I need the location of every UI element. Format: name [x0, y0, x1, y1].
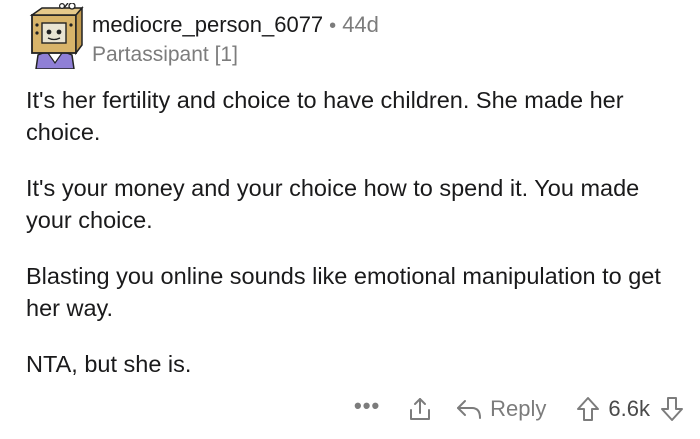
- comment-meta: mediocre_person_6077 • 44d Partassipant …: [92, 3, 379, 68]
- upvote-arrow-icon: [577, 397, 600, 421]
- reply-arrow-icon: [457, 400, 482, 419]
- author-line: mediocre_person_6077 • 44d: [92, 12, 379, 39]
- reply-button[interactable]: Reply: [456, 396, 546, 422]
- share-icon: [410, 398, 431, 420]
- comment-paragraph: Blasting you online sounds like emotiona…: [26, 263, 661, 321]
- more-options-icon[interactable]: •••: [354, 393, 380, 425]
- downvote-button[interactable]: [660, 396, 684, 422]
- separator-dot: •: [329, 15, 337, 37]
- downvote-arrow-icon: [661, 397, 683, 421]
- comment-actions: ••• Reply 6.6k: [354, 392, 684, 426]
- comment-age: 44d: [342, 12, 379, 37]
- comment-paragraph: It's her fertility and choice to have ch…: [26, 87, 624, 145]
- avatar[interactable]: [24, 2, 86, 70]
- comment-paragraph: NTA, but she is.: [26, 351, 192, 377]
- comment: mediocre_person_6077 • 44d Partassipant …: [0, 0, 700, 439]
- reply-label: Reply: [490, 396, 547, 421]
- comment-header: mediocre_person_6077 • 44d Partassipant …: [24, 2, 379, 75]
- user-flair: Partassipant [1]: [92, 43, 238, 66]
- comment-body: It's her fertility and choice to have ch…: [26, 84, 666, 404]
- vote-score: 6.6k: [608, 396, 650, 421]
- username[interactable]: mediocre_person_6077: [92, 12, 323, 38]
- upvote-button[interactable]: [576, 396, 600, 422]
- comment-paragraph: It's your money and your choice how to s…: [26, 175, 640, 233]
- share-button[interactable]: [408, 396, 432, 422]
